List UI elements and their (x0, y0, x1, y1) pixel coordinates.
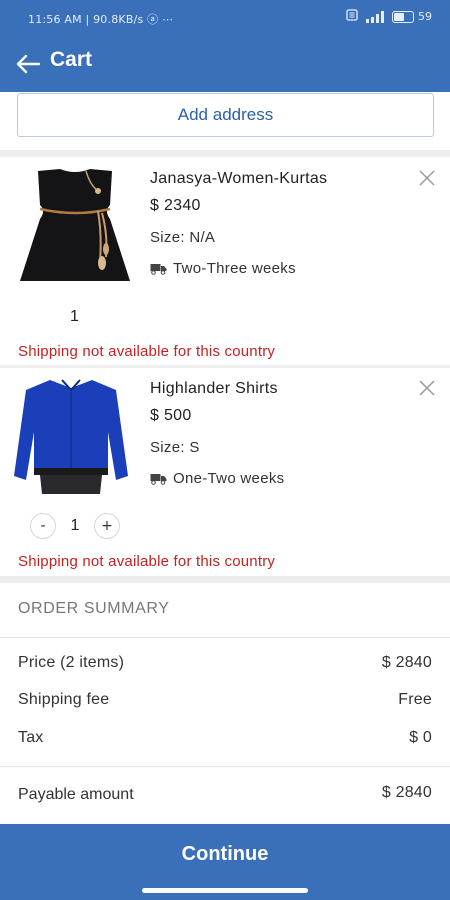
battery-icon: 59 (392, 10, 432, 23)
product-price: $ 2340 (150, 197, 201, 214)
divider (0, 637, 450, 638)
battery-percent: 59 (418, 10, 432, 23)
product-size: Size: S (150, 439, 200, 456)
quantity-value: 1 (70, 308, 79, 325)
payable-amount-label: Payable amount (18, 786, 134, 803)
top-bar: 11:56 AM | 90.8KB/s ⓐ ⋯ 59 Cart (0, 0, 450, 92)
remove-item-button[interactable] (416, 377, 438, 399)
product-name[interactable]: Janasya-Women-Kurtas (150, 170, 327, 188)
order-summary-title: ORDER SUMMARY (18, 600, 170, 617)
status-icons: 59 (346, 9, 432, 24)
divider (0, 150, 450, 157)
payable-amount-value: $ 2840 (381, 784, 432, 801)
product-image-shirt[interactable] (12, 376, 130, 496)
product-price: $ 500 (150, 407, 192, 424)
sim-icon (346, 9, 358, 24)
truck-icon (150, 473, 167, 485)
product-name[interactable]: Highlander Shirts (150, 380, 278, 398)
status-bar: 11:56 AM | 90.8KB/s ⓐ ⋯ 59 (0, 0, 450, 36)
quantity-value: 1 (70, 517, 80, 534)
divider (0, 766, 450, 767)
home-indicator[interactable] (142, 888, 308, 893)
shipping-fee-value: Free (398, 691, 432, 708)
price-value: $ 2840 (381, 654, 432, 671)
product-image-kurta[interactable] (16, 165, 134, 285)
shipping-fee-label: Shipping fee (18, 691, 110, 708)
address-section: Add address (0, 92, 450, 150)
remove-item-button[interactable] (416, 167, 438, 189)
page-title: Cart (50, 48, 93, 71)
decrease-quantity-button[interactable]: - (30, 513, 56, 539)
shipping-warning: Shipping not available for this country (18, 343, 276, 360)
tax-value: $ 0 (409, 729, 432, 746)
back-button[interactable] (8, 44, 48, 84)
delivery-text: Two-Three weeks (173, 260, 296, 277)
delivery-text: One-Two weeks (173, 470, 285, 487)
close-icon (419, 380, 435, 396)
truck-icon (150, 263, 167, 275)
shipping-warning: Shipping not available for this country (18, 553, 276, 570)
arrow-left-icon (16, 54, 41, 74)
tax-label: Tax (18, 729, 44, 746)
continue-button[interactable]: Continue (0, 824, 450, 884)
cart-item: Highlander Shirts $ 500 Size: S One-Two … (0, 368, 450, 576)
delivery-estimate: One-Two weeks (150, 470, 284, 487)
price-label: Price (2 items) (18, 654, 125, 671)
app-bar: Cart (0, 36, 450, 92)
product-size: Size: N/A (150, 229, 216, 246)
quantity-stepper: - 1 + (30, 513, 120, 539)
status-time: 11:56 AM | 90.8KB/s ⓐ ⋯ (28, 13, 174, 26)
close-icon (419, 170, 435, 186)
add-address-button[interactable]: Add address (17, 93, 434, 137)
divider (0, 576, 450, 583)
signal-icon (366, 10, 384, 23)
delivery-estimate: Two-Three weeks (150, 260, 296, 277)
cart-item: Janasya-Women-Kurtas $ 2340 Size: N/A Tw… (0, 157, 450, 365)
increase-quantity-button[interactable]: + (94, 513, 120, 539)
